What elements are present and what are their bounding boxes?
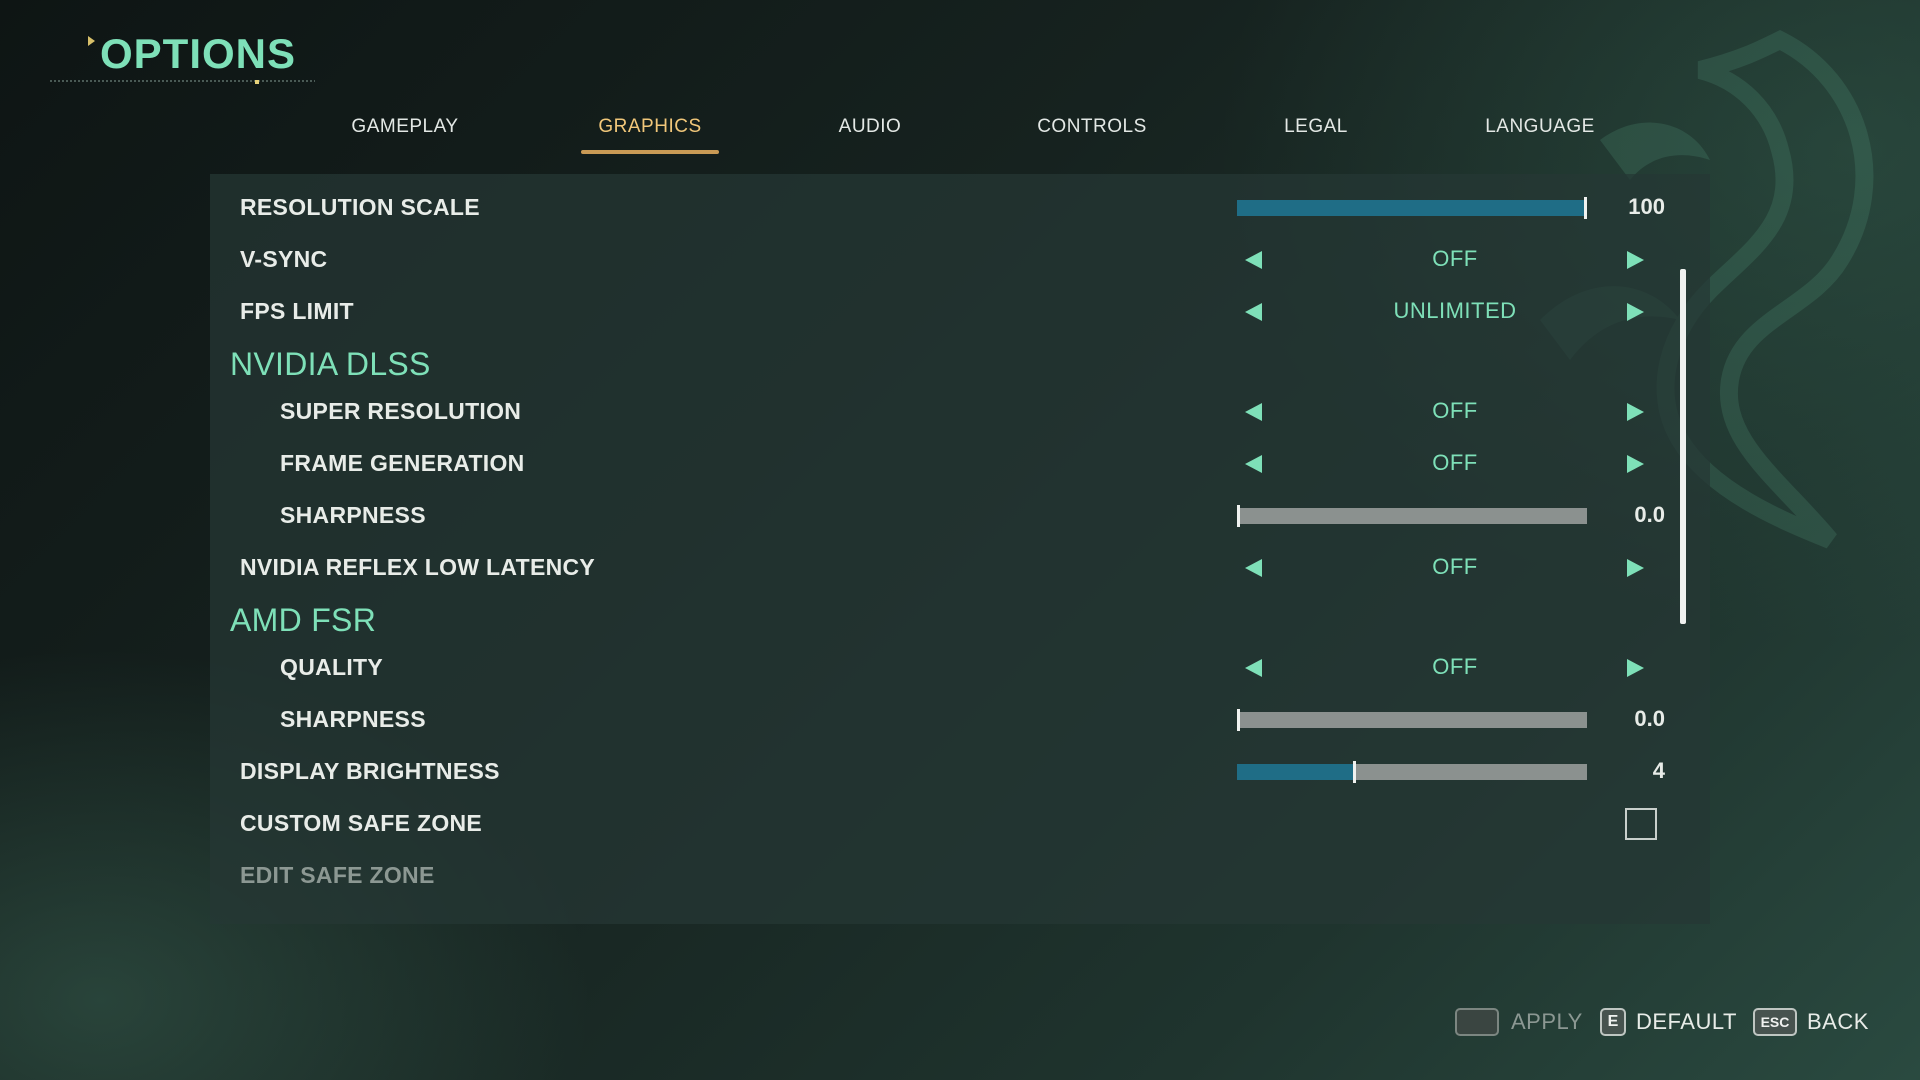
setting-label: V-SYNC [240, 246, 328, 272]
fsr-sharpness-slider[interactable] [1237, 709, 1587, 731]
selector-value: OFF [1432, 398, 1478, 423]
footer-actions: APPLY E DEFAULT ESC BACK [1455, 1005, 1875, 1039]
arrow-right-icon[interactable] [1627, 659, 1644, 677]
selector-value: OFF [1432, 554, 1478, 579]
setting-custom-safe-zone[interactable]: CUSTOM SAFE ZONE [210, 800, 1710, 846]
scrollbar[interactable] [1680, 269, 1686, 624]
setting-label: FPS LIMIT [240, 298, 354, 324]
slider-value: 100 [1628, 194, 1665, 219]
setting-fsr-sharpness[interactable]: SHARPNESS 0.0 [210, 696, 1710, 742]
slider-handle[interactable] [1237, 505, 1240, 527]
tab-language[interactable]: LANGUAGE [1485, 112, 1595, 154]
setting-vsync[interactable]: V-SYNC OFF [210, 236, 1710, 282]
e-key-icon: E [1600, 1008, 1626, 1036]
display-brightness-slider[interactable] [1237, 761, 1587, 783]
slider-fill [1237, 764, 1353, 780]
esc-key-icon: ESC [1753, 1008, 1797, 1036]
options-title-block: OPTIONS [50, 28, 350, 88]
section-header-dlss: NVIDIA DLSS [230, 346, 431, 382]
setting-label: SHARPNESS [280, 706, 426, 732]
arrow-left-icon[interactable] [1245, 659, 1262, 677]
slider-value: 4 [1652, 758, 1665, 783]
selector-value: OFF [1432, 654, 1478, 679]
setting-display-brightness[interactable]: DISPLAY BRIGHTNESS 4 [210, 748, 1710, 794]
tab-graphics[interactable]: GRAPHICS [581, 112, 719, 154]
back-label: BACK [1807, 1009, 1869, 1034]
arrow-right-icon[interactable] [1627, 559, 1644, 577]
slider-handle[interactable] [1237, 709, 1240, 731]
tab-audio[interactable]: AUDIO [836, 112, 904, 154]
setting-label: DISPLAY BRIGHTNESS [240, 758, 500, 784]
page-title: OPTIONS [100, 30, 297, 77]
arrow-left-icon[interactable] [1245, 403, 1262, 421]
arrow-left-icon[interactable] [1245, 303, 1262, 321]
arrow-left-icon[interactable] [1245, 455, 1262, 473]
default-label: DEFAULT [1636, 1009, 1737, 1034]
arrow-right-icon[interactable] [1627, 403, 1644, 421]
tab-controls[interactable]: CONTROLS [1037, 112, 1147, 154]
setting-label: SUPER RESOLUTION [280, 398, 522, 424]
arrow-left-icon[interactable] [1245, 559, 1262, 577]
slider-handle[interactable] [1584, 197, 1587, 219]
setting-label: FRAME GENERATION [280, 450, 525, 476]
dlss-sharpness-slider[interactable] [1237, 505, 1587, 527]
setting-fps-limit[interactable]: FPS LIMIT UNLIMITED [210, 288, 1710, 334]
setting-nvidia-reflex[interactable]: NVIDIA REFLEX LOW LATENCY OFF [210, 544, 1710, 590]
graphics-settings-panel: RESOLUTION SCALE 100 V-SYNC OFF FPS LIMI… [210, 174, 1710, 924]
setting-label: SHARPNESS [280, 502, 426, 528]
tab-gameplay[interactable]: GAMEPLAY [350, 112, 460, 154]
setting-label: QUALITY [280, 654, 384, 680]
apply-label: APPLY [1511, 1009, 1583, 1034]
setting-label: RESOLUTION SCALE [240, 194, 480, 220]
resolution-scale-slider[interactable] [1237, 197, 1587, 219]
setting-label: NVIDIA REFLEX LOW LATENCY [240, 554, 596, 580]
slider-value: 0.0 [1634, 706, 1665, 731]
setting-dlss-sharpness[interactable]: SHARPNESS 0.0 [210, 492, 1710, 538]
selector-value: OFF [1432, 450, 1478, 475]
tab-legal[interactable]: LEGAL [1280, 112, 1352, 154]
setting-fsr-quality[interactable]: QUALITY OFF [210, 644, 1710, 690]
setting-label: EDIT SAFE ZONE [240, 862, 435, 888]
setting-resolution-scale[interactable]: RESOLUTION SCALE 100 [210, 184, 1710, 230]
arrow-left-icon[interactable] [1245, 251, 1262, 269]
custom-safe-zone-checkbox[interactable] [1625, 808, 1657, 840]
selector-value: UNLIMITED [1393, 298, 1517, 323]
section-header-fsr: AMD FSR [230, 602, 377, 638]
space-key-icon [1455, 1008, 1499, 1036]
slider-fill [1237, 200, 1587, 216]
slider-handle[interactable] [1352, 761, 1356, 783]
arrow-right-icon[interactable] [1627, 455, 1644, 473]
setting-frame-generation[interactable]: FRAME GENERATION OFF [210, 440, 1710, 486]
title-dot [255, 80, 259, 84]
setting-super-resolution[interactable]: SUPER RESOLUTION OFF [210, 388, 1710, 434]
title-underline [50, 80, 315, 82]
slider-value: 0.0 [1634, 502, 1665, 527]
arrow-right-icon[interactable] [1627, 251, 1644, 269]
setting-edit-safe-zone: EDIT SAFE ZONE [210, 852, 1710, 898]
play-arrow-icon [88, 36, 95, 46]
arrow-right-icon[interactable] [1627, 303, 1644, 321]
setting-label: CUSTOM SAFE ZONE [240, 810, 483, 836]
selector-value: OFF [1432, 246, 1478, 271]
tab-bar: GAMEPLAY GRAPHICS AUDIO CONTROLS LEGAL L… [300, 112, 1650, 158]
